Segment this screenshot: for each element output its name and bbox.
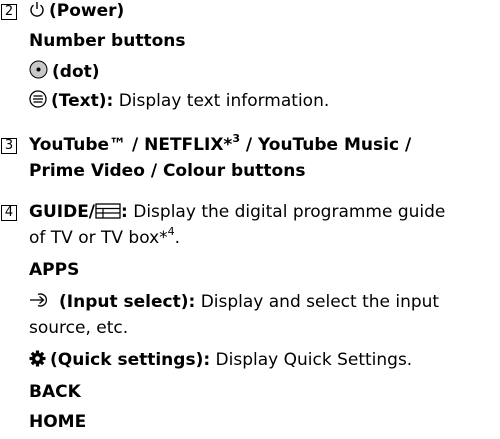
guide-label: GUIDE/	[29, 202, 96, 222]
item3-line2: Prime Video / Colour buttons	[29, 160, 305, 182]
apps-label: APPS	[29, 260, 80, 280]
text-line: (Text): Display text information.	[29, 90, 329, 114]
item3-line1-a: YouTube™ / NETFLIX*	[29, 135, 233, 155]
input-description: Display and select the input	[195, 292, 440, 312]
item3-line1-b: / YouTube Music /	[239, 135, 412, 155]
dot-button-icon	[29, 60, 48, 85]
home-line: HOME	[29, 411, 86, 433]
guide-icon	[95, 203, 121, 225]
back-label: BACK	[29, 382, 81, 402]
power-icon	[29, 1, 45, 24]
quick-description: Display Quick Settings.	[210, 350, 413, 370]
item3-footnote-3: 3	[232, 132, 240, 146]
dot-label: (dot)	[52, 62, 100, 82]
guide-line2: of TV or TV box*4.	[29, 225, 181, 249]
guide-description: Display the digital programme guide	[127, 202, 446, 222]
text-label: (Text):	[51, 91, 114, 111]
gear-icon	[29, 350, 46, 373]
input-select-icon	[29, 291, 55, 315]
home-label: HOME	[29, 412, 87, 432]
quick-line: (Quick settings): Display Quick Settings…	[29, 349, 412, 373]
item-number-3: 3	[1, 138, 17, 154]
guide-end: .	[174, 228, 181, 248]
item-number-2: 2	[1, 4, 17, 20]
guide-line: GUIDE/ : Display the digital programme g…	[29, 201, 445, 225]
manual-page: 2 (Power) Number buttons (dot) (Text): D…	[0, 0, 500, 439]
item3-line1: YouTube™ / NETFLIX*3 / YouTube Music /	[29, 132, 412, 156]
text-description: Display text information.	[113, 91, 330, 111]
item3-line2-text: Prime Video / Colour buttons	[29, 161, 306, 181]
input-label: (Input select):	[59, 292, 196, 312]
input-line2: source, etc.	[29, 317, 128, 339]
guide-description-2: of TV or TV box*	[29, 228, 168, 248]
power-label: (Power)	[49, 1, 125, 21]
item-number-4: 4	[1, 205, 17, 221]
number-buttons-line: Number buttons	[29, 30, 185, 52]
text-icon	[29, 90, 47, 114]
guide-footnote-4: 4	[167, 225, 175, 239]
dot-line: (dot)	[29, 60, 100, 85]
input-line: (Input select): Display and select the i…	[29, 291, 439, 315]
guide-colon: :	[121, 202, 128, 222]
quick-label: (Quick settings):	[50, 350, 211, 370]
power-line: (Power)	[29, 0, 124, 24]
input-description-2: source, etc.	[29, 318, 129, 338]
apps-line: APPS	[29, 259, 79, 281]
number-buttons-label: Number buttons	[29, 31, 186, 51]
back-line: BACK	[29, 381, 81, 403]
